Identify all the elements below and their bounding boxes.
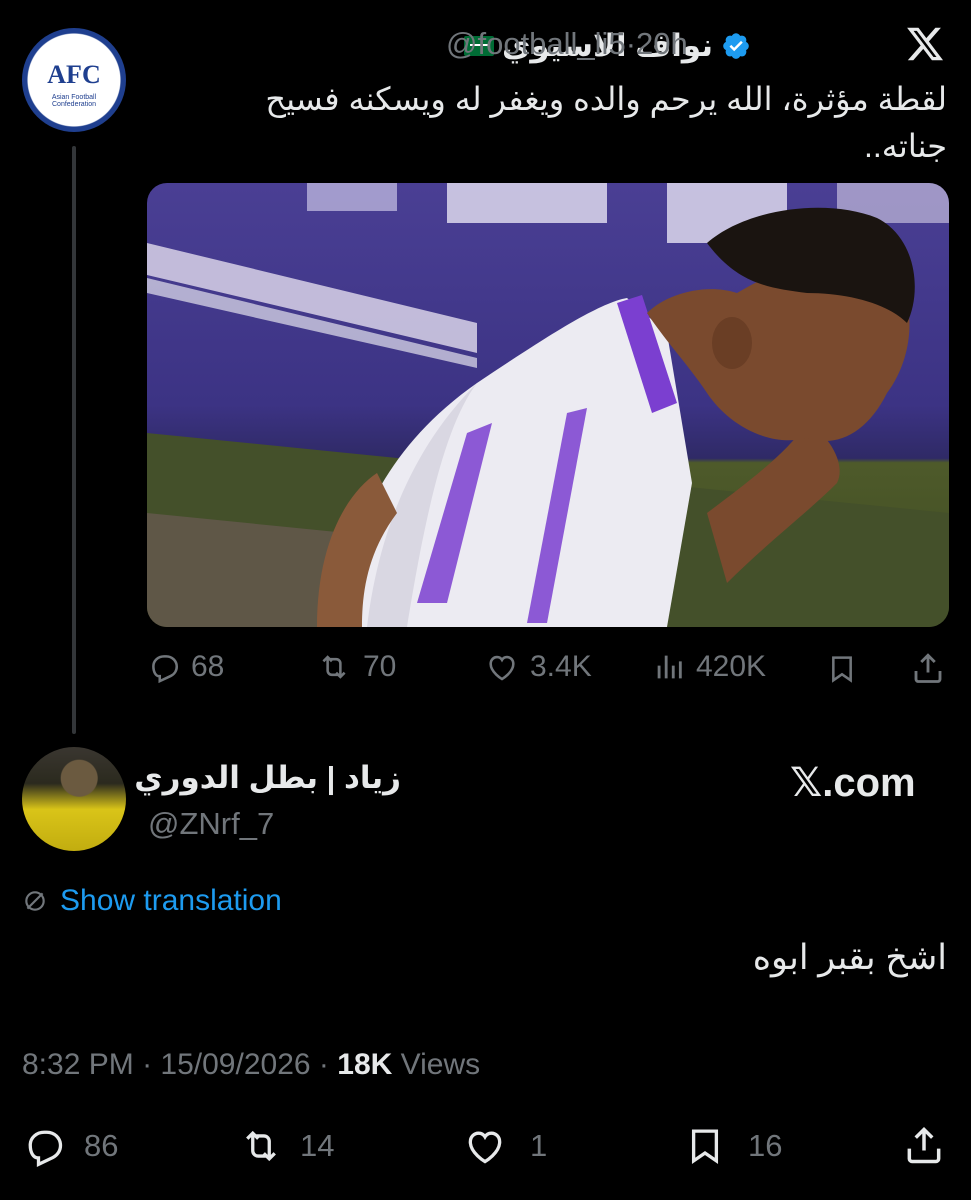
reply-like-button[interactable]: 1 [462,1124,547,1168]
quoted-tweet-text: لقطة مؤثرة، الله يرحم والده ويغفر له ويس… [265,81,947,164]
quoted-views-count: 420K [696,650,767,683]
reply-reply-count: 86 [84,1128,119,1163]
bookmark-icon [691,1129,719,1165]
quoted-views-button[interactable]: 420K [652,650,766,684]
tweet-media-image[interactable] [147,183,949,627]
reply-views-label: Views [400,1048,481,1081]
reply-handle[interactable]: @ZNrf_7 [148,806,274,842]
show-translation-label[interactable]: Show translation [60,884,282,918]
quoted-reply-count: 68 [191,650,225,683]
repost-icon [322,655,346,679]
avatar-logo-text: AFC [47,60,101,89]
heart-icon [468,1131,502,1164]
share-icon[interactable] [910,650,946,686]
share-icon[interactable] [902,1122,946,1168]
reply-icon [152,655,179,684]
reply-meta: 8:32 PM · 15/09/2026 · 18K Views [22,1048,480,1082]
reply-repost-button[interactable]: 14 [238,1124,334,1168]
quoted-handle-time[interactable]: @football_li5·20h [446,26,688,62]
avatar-logo-subtext: Asian Football Confederation [51,94,97,108]
bookmark-icon[interactable] [826,652,858,686]
avatar-afc[interactable]: AFC Asian Football Confederation [22,28,126,132]
quoted-reply-button[interactable]: 68 [147,650,224,684]
heart-icon [489,655,515,681]
views-chart-icon [657,655,682,679]
reply-date[interactable]: 15/09/2026 [160,1048,310,1081]
player-scene-illustration [147,183,949,627]
reply-stats-row: 86 14 1 16 [0,1122,971,1170]
quoted-like-count: 3.4K [530,650,592,683]
separator-dot: · [625,26,637,61]
reply-bookmark-count: 16 [748,1128,783,1163]
reply-time[interactable]: 8:32 PM [22,1048,134,1081]
x-logo-icon[interactable] [905,24,945,64]
reply-repost-count: 14 [300,1128,335,1163]
show-translation-link[interactable]: Show translation [22,884,282,918]
reply-display-name[interactable]: زياد | بطل الدوري [134,760,401,796]
reply-tweet-text: اشخ بقبر ابوه [752,938,947,977]
avatar-reply-user[interactable] [22,747,126,851]
xcom-watermark: 𝕏.com [790,761,916,805]
repost-icon [246,1130,276,1162]
reply-reply-button[interactable]: 86 [22,1124,118,1168]
quoted-time[interactable]: 20h [636,26,688,61]
reply-bookmark-button[interactable]: 16 [684,1124,782,1168]
verified-badge-icon [723,33,749,59]
quoted-repost-button[interactable]: 70 [315,650,396,684]
quoted-repost-count: 70 [363,650,397,683]
quoted-stats-row: 68 70 3.4K 420K [0,646,971,692]
translate-icon [25,891,45,911]
reply-like-count: 1 [530,1128,548,1163]
quoted-like-button[interactable]: 3.4K [484,650,592,684]
reply-views-count: 18K [337,1048,393,1081]
reply-icon [28,1130,63,1167]
meta-separator: · [318,1048,329,1081]
quoted-handle[interactable]: @football_li5 [446,26,626,61]
meta-separator: · [142,1048,153,1081]
